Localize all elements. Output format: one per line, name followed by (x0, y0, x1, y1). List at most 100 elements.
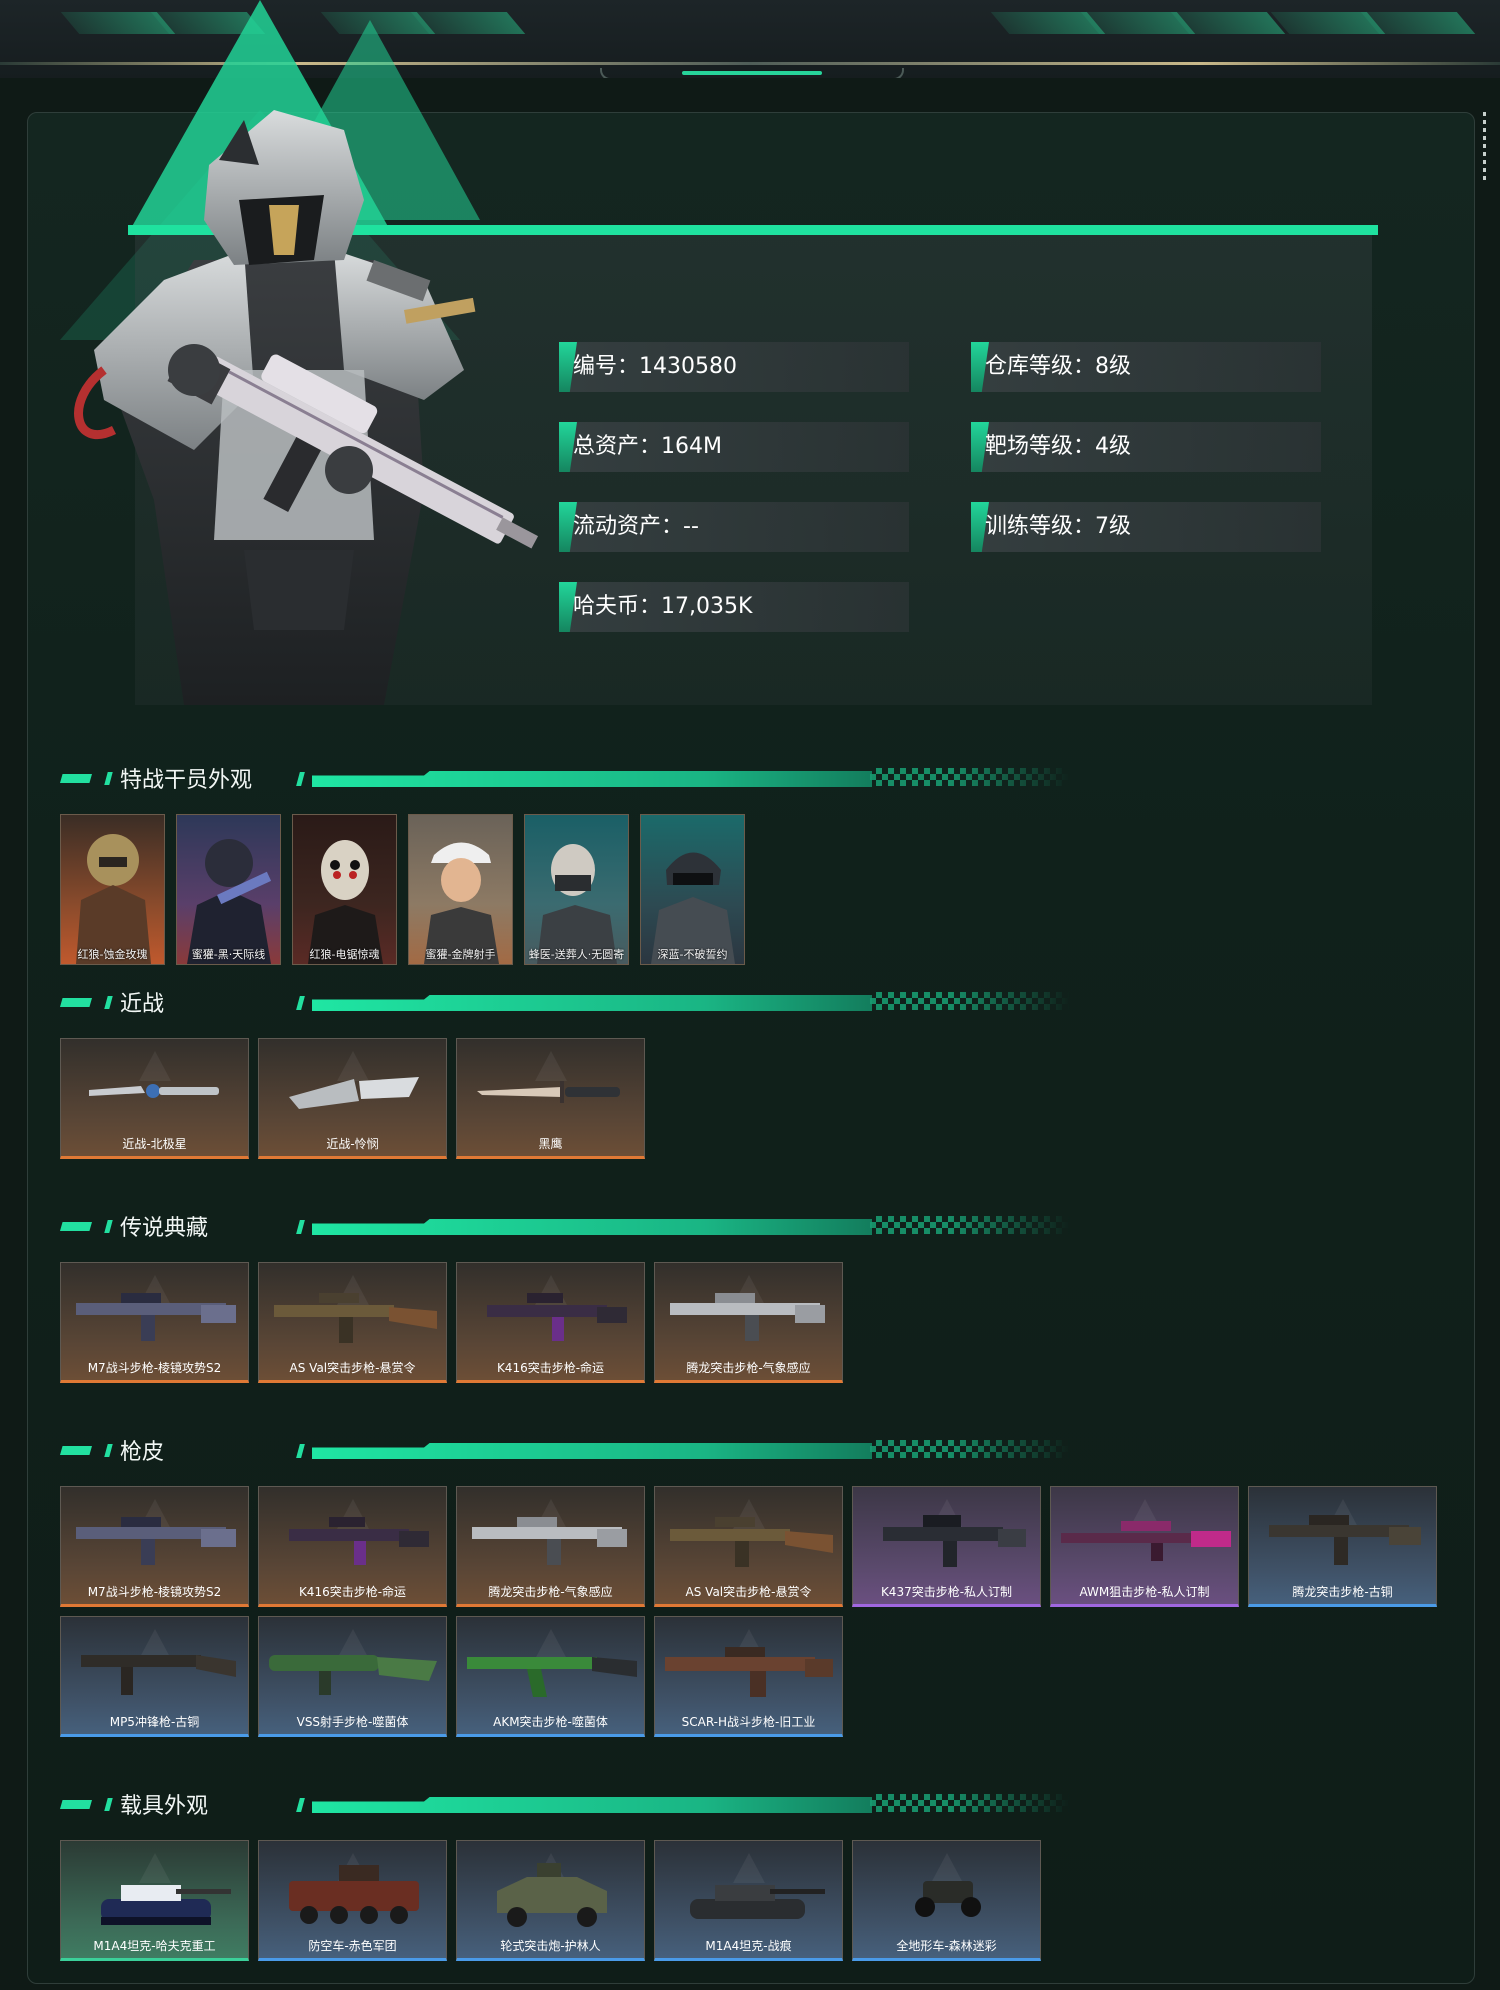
section-marker-icon (296, 1798, 305, 1812)
operator-portrait-icon (537, 844, 617, 964)
section-marker-icon (296, 1220, 305, 1234)
item-label: AKM突击步枪-噬菌体 (493, 1715, 608, 1729)
section-accent-bar (312, 771, 872, 787)
item-label: 近战-北极星 (122, 1137, 187, 1151)
section-marker-icon (104, 1798, 113, 1811)
item-label: 腾龙突击步枪-气象感应 (686, 1361, 811, 1375)
item-card[interactable]: VSS射手步枪-噬菌体 (258, 1616, 447, 1737)
item-label: 轮式突击炮-护林人 (500, 1939, 601, 1953)
item-card[interactable]: 腾龙突击步枪-气象感应 (654, 1262, 843, 1383)
item-label: SCAR-H战斗步枪-旧工业 (681, 1715, 816, 1729)
operator-label: 蜜獾-黑·天际线 (191, 948, 266, 961)
item-card[interactable]: M1A4坦克-战痕 (654, 1840, 843, 1961)
item-label: M1A4坦克-战痕 (705, 1939, 792, 1953)
operator-portrait-icon (424, 842, 499, 964)
operator-card[interactable]: 蜂医-送葬人·无圆寄 (524, 814, 629, 965)
item-label: 近战-怜悯 (326, 1137, 379, 1151)
operator-card[interactable]: 蜜獾-金牌射手 (408, 814, 513, 965)
section-accent-bar (312, 995, 872, 1011)
operator-label: 红狼-电锯惊魂 (309, 948, 380, 961)
item-card[interactable]: 近战-怜悯 (258, 1038, 447, 1159)
item-label: 腾龙突击步枪-气象感应 (488, 1585, 613, 1599)
item-card[interactable]: AS Val突击步枪-悬赏令 (258, 1262, 447, 1383)
item-label: M7战斗步枪-棱镜攻势S2 (87, 1585, 222, 1599)
item-card[interactable]: M7战斗步枪-棱镜攻势S2 (60, 1262, 249, 1383)
section-title: 传说典藏 (120, 1216, 209, 1241)
item-card[interactable]: 防空车-赤色军团 (258, 1840, 447, 1961)
item-label: VSS射手步枪-噬菌体 (296, 1715, 409, 1729)
operator-label: 红狼-蚀金玫瑰 (77, 948, 148, 961)
decor-stripe (1360, 12, 1476, 34)
section-accent-bar (312, 1219, 872, 1235)
stat-text: 总资产：164M (573, 434, 722, 459)
item-card[interactable]: 轮式突击炮-护林人 (456, 1840, 645, 1961)
item-card[interactable]: K416突击步枪-命运 (258, 1486, 447, 1607)
section-marker-icon (60, 1446, 92, 1455)
operator-label: 蜜獾-金牌射手 (425, 948, 496, 961)
item-card[interactable]: 黑鹰 (456, 1038, 645, 1159)
stat-warehouse-level: 仓库等级：8级 (971, 342, 1321, 392)
item-label: M1A4坦克-哈夫克重工 (93, 1939, 216, 1953)
section-marker-icon (60, 1222, 92, 1231)
item-card[interactable]: MP5冲锋枪-古铜 (60, 1616, 249, 1737)
item-label: MP5冲锋枪-古铜 (109, 1715, 200, 1729)
section-header-vehicles: 载具外观 (60, 1792, 1070, 1819)
section-header-operators: 特战干员外观 (60, 766, 1070, 793)
section-marker-icon (60, 998, 92, 1007)
item-card[interactable]: 腾龙突击步枪-古铜 (1248, 1486, 1437, 1607)
section-marker-icon (60, 774, 92, 783)
scrollbar[interactable] (1483, 112, 1486, 182)
section-marker-icon (296, 772, 305, 786)
operator-portrait-icon (187, 839, 272, 964)
item-card[interactable]: AKM突击步枪-噬菌体 (456, 1616, 645, 1737)
stat-text: 仓库等级：8级 (985, 354, 1132, 379)
section-header-legend: 传说典藏 (60, 1214, 1070, 1241)
operator-portrait-icon (76, 834, 151, 964)
section-title: 特战干员外观 (120, 768, 253, 793)
item-card[interactable]: M1A4坦克-哈夫克重工 (60, 1840, 249, 1961)
item-card[interactable]: K416突击步枪-命运 (456, 1262, 645, 1383)
item-card[interactable]: 全地形车-森林迷彩 (852, 1840, 1041, 1961)
item-label: K437突击步枪-私人订制 (880, 1585, 1013, 1599)
operator-label: 蜂医-送葬人·无圆寄 (528, 948, 625, 961)
item-card[interactable]: M7战斗步枪-棱镜攻势S2 (60, 1486, 249, 1607)
operator-card[interactable]: 深蓝-不破誓约 (640, 814, 745, 965)
stat-player-id: 编号：1430580 (559, 342, 909, 392)
section-marker-icon (296, 1444, 305, 1458)
stat-training-level: 训练等级：7级 (971, 502, 1321, 552)
operator-card[interactable]: 红狼-电锯惊魂 (292, 814, 397, 965)
operator-card[interactable]: 红狼-蚀金玫瑰 (60, 814, 165, 965)
operator-label: 深蓝-不破誓约 (657, 948, 728, 961)
section-checker-pattern (870, 1794, 1070, 1812)
section-marker-icon (60, 1800, 92, 1809)
item-card[interactable]: 近战-北极星 (60, 1038, 249, 1159)
section-checker-pattern (870, 768, 1070, 786)
section-title: 近战 (120, 992, 165, 1017)
section-marker-icon (104, 1444, 113, 1457)
section-accent-bar (312, 1797, 872, 1813)
section-title: 载具外观 (120, 1794, 209, 1819)
section-accent-bar (312, 1443, 872, 1459)
decor-center-notch (600, 68, 904, 78)
item-label: 防空车-赤色军团 (308, 1939, 397, 1953)
section-header-skins: 枪皮 (60, 1438, 1070, 1465)
item-card[interactable]: AS Val突击步枪-悬赏令 (654, 1486, 843, 1607)
section-marker-icon (296, 996, 305, 1010)
item-card[interactable]: 腾龙突击步枪-气象感应 (456, 1486, 645, 1607)
section-marker-icon (104, 996, 113, 1009)
item-label: 腾龙突击步枪-古铜 (1292, 1585, 1393, 1599)
section-checker-pattern (870, 1216, 1070, 1234)
stat-text: 流动资产：-- (573, 514, 699, 539)
section-marker-icon (104, 1220, 113, 1233)
stat-haf-coin: 哈夫币：17,035K (559, 582, 909, 632)
item-label: AWM狙击步枪-私人订制 (1079, 1585, 1210, 1599)
stat-range-level: 靶场等级：4级 (971, 422, 1321, 472)
stat-liquid-assets: 流动资产：-- (559, 502, 909, 552)
operator-portrait-icon (308, 840, 383, 964)
operator-portrait (74, 110, 539, 705)
item-card[interactable]: K437突击步枪-私人订制 (852, 1486, 1041, 1607)
item-card[interactable]: AWM狙击步枪-私人订制 (1050, 1486, 1239, 1607)
item-card[interactable]: SCAR-H战斗步枪-旧工业 (654, 1616, 843, 1737)
item-label: AS Val突击步枪-悬赏令 (685, 1585, 812, 1599)
operator-card[interactable]: 蜜獾-黑·天际线 (176, 814, 281, 965)
